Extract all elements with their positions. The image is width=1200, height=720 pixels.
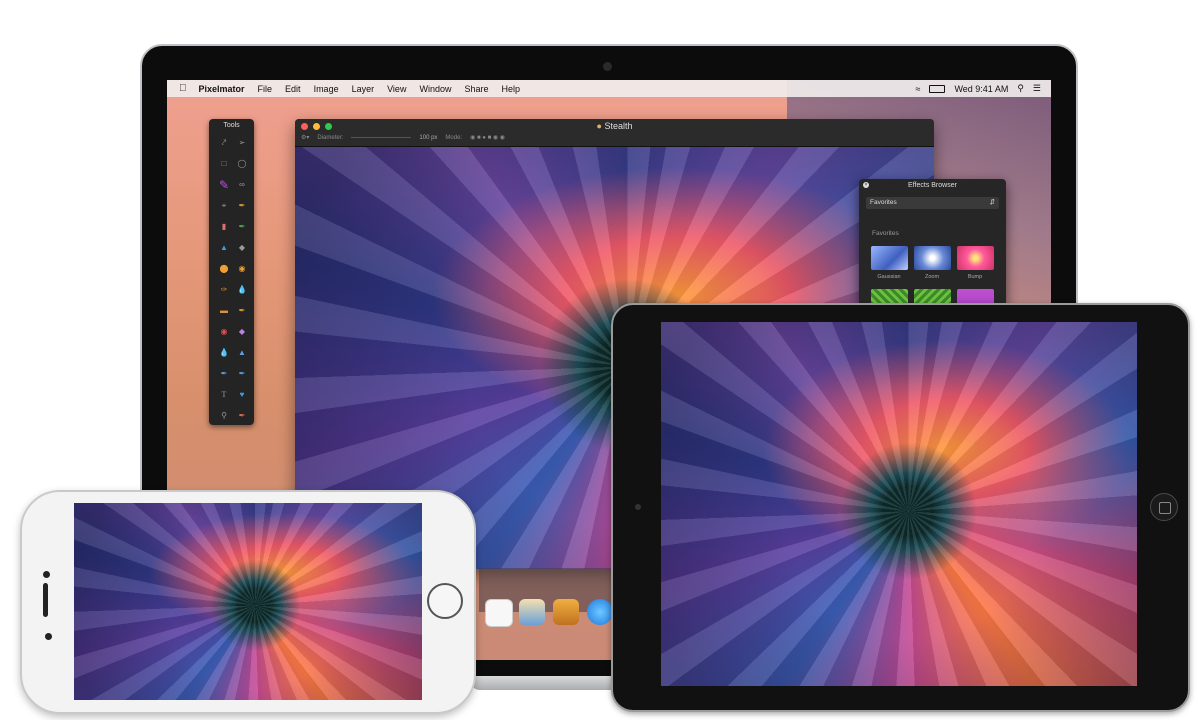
preview-app-icon[interactable] (519, 599, 545, 625)
iphone-sensor (45, 633, 52, 640)
reminders-app-icon[interactable] (485, 599, 513, 627)
macbook-base (470, 676, 620, 690)
effect-zoom-label: Zoom (924, 274, 940, 280)
effects-browser-title: Effects Browser (908, 182, 957, 189)
custom-shape-icon[interactable]: ♥ (233, 387, 251, 403)
menu-image[interactable]: Image (314, 84, 339, 94)
eyedropper-icon[interactable]: ✒ (233, 198, 251, 214)
effects-category-select[interactable]: Favorites ⇵ (866, 197, 999, 209)
eraser-icon[interactable]: ▮ (215, 219, 233, 235)
paint-bucket-icon[interactable]: ▲ (215, 240, 233, 256)
shape-icon[interactable]: ⬤ (215, 261, 233, 277)
ipad-home-button[interactable] (1150, 493, 1178, 521)
apple-menu-icon[interactable]:  (179, 83, 187, 94)
ipad-screen-image (661, 322, 1137, 686)
effect-bump-label: Bump (967, 274, 983, 280)
menu-bar:  Pixelmator File Edit Image Layer View … (167, 80, 1051, 97)
stamp-icon[interactable]: ▬ (215, 303, 233, 319)
menu-help[interactable]: Help (502, 84, 521, 94)
brush-icon[interactable]: ✑ (215, 282, 233, 298)
lasso-icon[interactable]: ∞ (233, 177, 251, 193)
ellipse-select-icon[interactable]: ◯ (233, 156, 251, 172)
iphone-speaker (43, 583, 48, 617)
effect-gaussian-thumb[interactable] (871, 246, 908, 270)
red-eye-icon[interactable]: ◉ (215, 324, 233, 340)
menu-app-name[interactable]: Pixelmator (199, 84, 245, 94)
effects-close-icon[interactable]: × (863, 182, 869, 188)
color-picker-icon[interactable]: ✒ (233, 408, 251, 424)
sharpen-icon[interactable]: ▲ (233, 345, 251, 361)
document-icon: ● (596, 121, 602, 131)
effect-gaussian-label: Gaussian (877, 274, 901, 280)
tool-options-bar: ⚙▾ Diameter: 100 px Mode: ◉ ■ ● ■ ◉ ◉ (301, 134, 505, 142)
document-title: Stealth (604, 121, 633, 131)
menu-window[interactable]: Window (419, 84, 451, 94)
pencil-icon[interactable]: ✒ (233, 219, 251, 235)
photos-app-icon[interactable] (553, 599, 579, 625)
gradient-icon[interactable]: ◆ (233, 240, 251, 256)
menu-extras: ≈ Wed 9:41 AM ⚲ ☰ (916, 80, 1042, 97)
menu-clock[interactable]: Wed 9:41 AM (954, 84, 1008, 94)
effects-category-value: Favorites (870, 199, 897, 206)
arrange-tool-icon[interactable]: ⤤ (215, 135, 233, 151)
iphone-camera (43, 571, 50, 578)
crop-icon[interactable]: ⌖ (215, 198, 233, 214)
messages-app-icon[interactable] (587, 599, 613, 625)
tool-preset-icon[interactable]: ⚙▾ (301, 134, 309, 141)
zoom-tool-icon[interactable]: ⚲ (215, 408, 233, 424)
tools-title: Tools (223, 122, 240, 129)
effect-zoom-thumb[interactable] (914, 246, 951, 270)
spotlight-search-icon[interactable]: ⚲ (1017, 83, 1024, 94)
mode-options-icon[interactable]: ◉ ■ ● ■ ◉ ◉ (470, 134, 505, 141)
document-titlebar: ● Stealth ⚙▾ Diameter: 100 px Mode: ◉ ■ … (295, 119, 934, 147)
move-tool-icon[interactable]: ➢ (233, 135, 251, 151)
ipad-camera (635, 504, 641, 510)
mode-label: Mode: (445, 134, 463, 141)
menu-edit[interactable]: Edit (285, 84, 301, 94)
chevron-updown-icon: ⇵ (989, 199, 995, 206)
pen-icon[interactable]: ✒ (215, 366, 233, 382)
menu-share[interactable]: Share (464, 84, 488, 94)
diameter-value[interactable]: 100 px (419, 135, 437, 141)
burn-icon[interactable]: 💧 (233, 282, 251, 298)
menu-view[interactable]: View (387, 84, 406, 94)
tools-palette: Tools ⤤ ➢ □ ◯ ✎ ∞ ⌖ ✒ ▮ ✒ ▲ ◆ ⬤ ◉ ✑ 💧 ▬ … (209, 119, 254, 425)
type-tool-icon[interactable]: T (215, 387, 233, 403)
notification-center-icon[interactable]: ☰ (1033, 83, 1041, 94)
blur-icon[interactable]: 💧 (215, 345, 233, 361)
freeform-pen-icon[interactable]: ✒ (233, 366, 251, 382)
magic-wand-icon[interactable]: ✎ (215, 177, 233, 193)
macbook-camera (603, 62, 612, 71)
menu-file[interactable]: File (258, 84, 273, 94)
battery-icon[interactable] (929, 84, 946, 93)
rect-select-icon[interactable]: □ (215, 156, 233, 172)
repair-icon[interactable]: ✒ (233, 303, 251, 319)
effect-bump-thumb[interactable] (957, 246, 994, 270)
iphone-screen-image (74, 503, 422, 700)
effects-browser-panel: × Effects Browser Favorites ⇵ Favorites … (859, 179, 1006, 309)
smudge-icon[interactable]: ◉ (233, 261, 251, 277)
menu-layer[interactable]: Layer (352, 84, 375, 94)
wifi-icon[interactable]: ≈ (916, 84, 921, 94)
dock (479, 568, 614, 627)
iphone-home-button[interactable] (427, 583, 463, 619)
diameter-label: Diameter: (317, 134, 344, 141)
diameter-slider[interactable] (351, 137, 412, 138)
effects-section-label: Favorites (872, 230, 899, 237)
sponge-icon[interactable]: ◆ (233, 324, 251, 340)
